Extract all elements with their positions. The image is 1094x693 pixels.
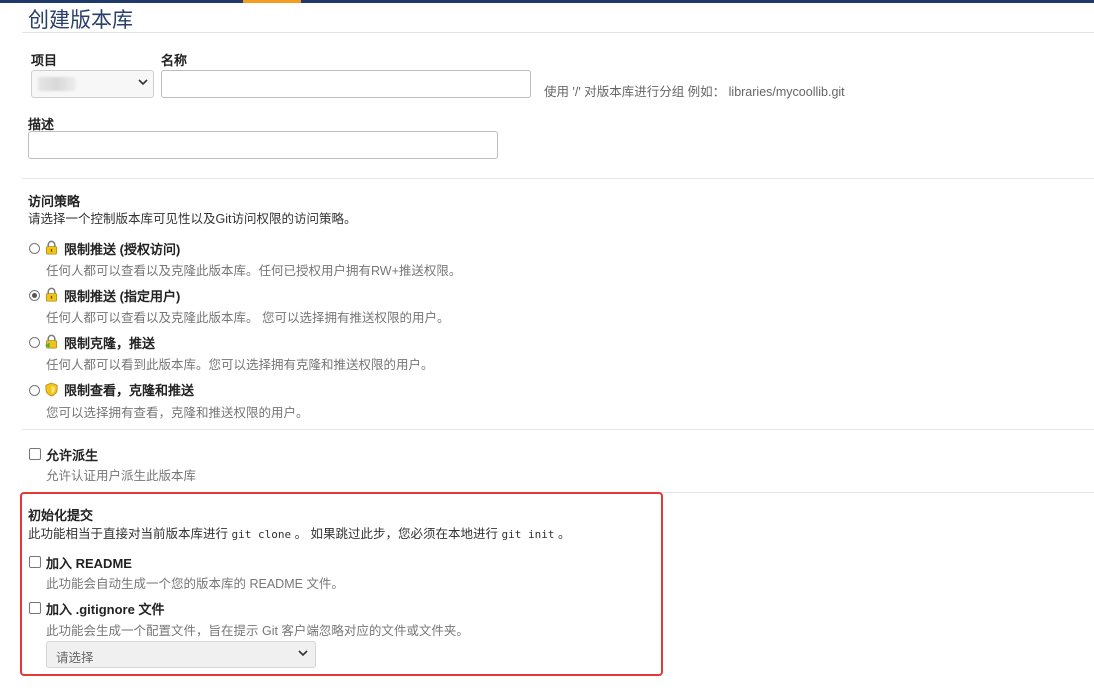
access-option-desc-0: 任何人都可以查看以及克隆此版本库。任何已授权用户拥有RW+推送权限。 [46,264,462,278]
shield-icon [45,382,58,397]
page-title: 创建版本库 [28,9,133,32]
add-gitignore-desc: 此功能会生成一个配置文件，旨在提示 Git 客户端忽略对应的文件或文件夹。 [46,624,469,638]
project-label: 项目 [31,53,58,68]
access-option-desc-2: 任何人都可以看到此版本库。您可以选择拥有克隆和推送权限的用户。 [46,358,434,372]
access-description: 请选择一个控制版本库可见性以及Git访问权限的访问策略。 [28,212,357,226]
section-divider [22,429,1094,430]
add-readme-desc: 此功能会自动生成一个您的版本库的 README 文件。 [46,577,344,591]
initial-commit-heading: 初始化提交 [28,508,94,523]
access-option-radio-1[interactable] [29,290,40,301]
gitignore-select-value: 请选择 [56,651,94,665]
project-select[interactable] [31,70,154,98]
active-tab-indicator [243,0,301,3]
project-value-redacted [38,77,76,91]
access-option-desc-1: 任何人都可以查看以及克隆此版本库。 您可以选择拥有推送权限的用户。 [46,311,450,325]
allow-fork-title: 允许派生 [46,448,99,463]
access-option-radio-0[interactable] [29,243,40,254]
access-option-title-1: 限制推送 (指定用户) [64,289,181,304]
lock-icon [45,287,58,302]
allow-fork-checkbox[interactable] [29,448,41,460]
name-hint: 使用 '/' 对版本库进行分组 例如： libraries/mycoollib.… [544,85,845,99]
gitignore-template-select[interactable]: 请选择 [46,641,316,668]
git-clone-code: git clone [231,528,292,541]
git-init-code: git init [501,528,555,541]
add-gitignore-checkbox[interactable] [29,602,41,614]
add-gitignore-title: 加入 .gitignore 文件 [46,602,165,617]
chevron-down-icon [297,647,309,663]
allow-fork-desc: 允许认证用户派生此版本库 [46,469,197,483]
access-option-title-0: 限制推送 (授权访问) [64,242,181,257]
access-option-desc-3: 您可以选择拥有查看，克隆和推送权限的用户。 [46,406,309,420]
top-nav-bar [0,0,1094,3]
title-divider [22,32,1094,33]
add-readme-title: 加入 README [46,556,132,571]
section-divider [22,178,1094,179]
access-option-title-2: 限制克隆，推送 [64,336,156,351]
lock-icon [44,334,58,349]
access-option-radio-2[interactable] [29,337,40,348]
chevron-down-icon [137,76,149,92]
access-option-title-3: 限制查看，克隆和推送 [64,383,195,398]
access-option-radio-3[interactable] [29,385,40,396]
description-input[interactable] [28,131,498,159]
lock-icon [45,240,58,255]
add-readme-checkbox[interactable] [29,556,41,568]
initial-commit-desc: 此功能相当于直接对当前版本库进行 git clone 。 如果跳过此步，您必须在… [28,527,571,541]
name-input[interactable] [161,70,531,98]
name-label: 名称 [161,53,188,68]
